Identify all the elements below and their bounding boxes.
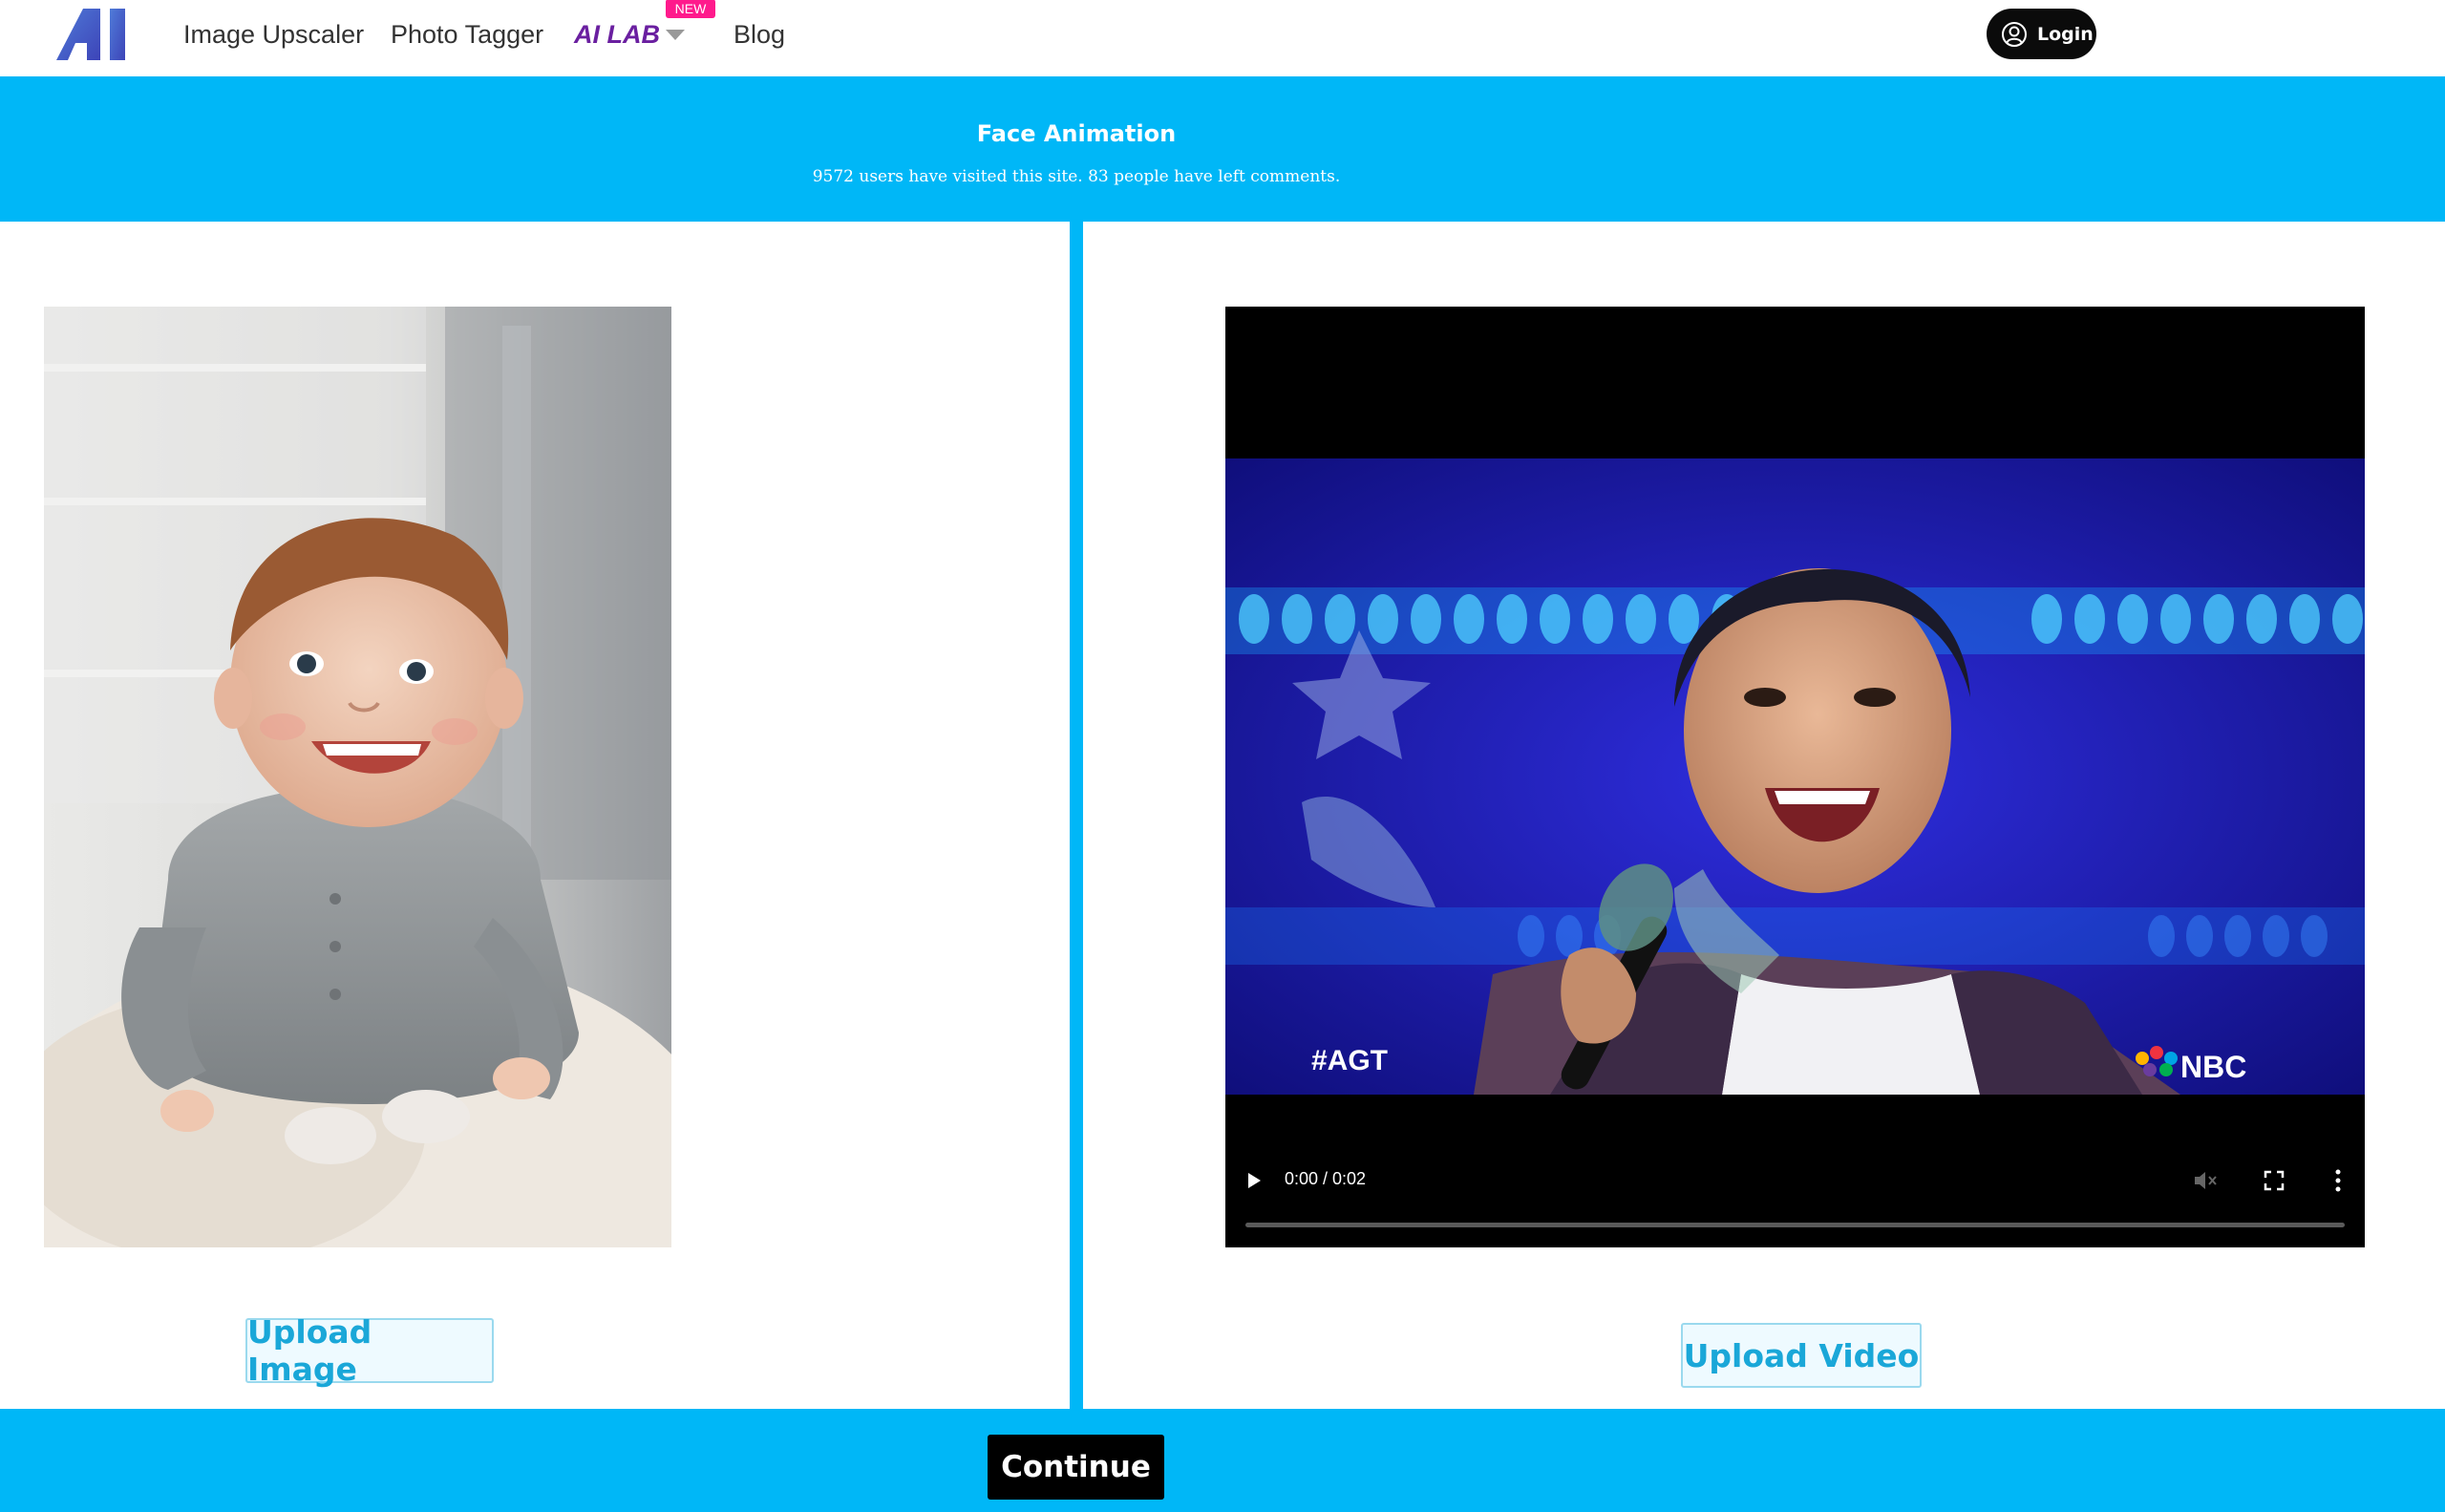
chevron-down-icon[interactable] xyxy=(666,30,685,40)
upload-image-button[interactable]: Upload Image xyxy=(245,1313,494,1388)
continue-button[interactable]: Continue xyxy=(988,1435,1164,1500)
more-options-icon[interactable] xyxy=(2335,1169,2341,1192)
user-icon xyxy=(2002,21,2027,47)
page-subtitle: 9572 users have visited this site. 83 pe… xyxy=(812,167,1341,186)
nav-ai-lab[interactable]: AI LAB xyxy=(574,17,660,52)
video-player[interactable]: #AGT NBC 0:00 / 0:02 xyxy=(1225,307,2365,1247)
nbc-overlay-text: NBC xyxy=(2180,1050,2246,1084)
uploaded-baby-photo xyxy=(44,307,671,1247)
fullscreen-icon[interactable] xyxy=(2264,1170,2285,1191)
nav-photo-tagger[interactable]: Photo Tagger xyxy=(391,17,543,52)
nav-image-upscaler[interactable]: Image Upscaler xyxy=(183,17,364,52)
top-nav: Image Upscaler Photo Tagger AI LAB NEW B… xyxy=(0,0,2445,76)
upload-video-button[interactable]: Upload Video xyxy=(1681,1323,1922,1388)
page-title: Face Animation xyxy=(976,120,1177,147)
video-frame: #AGT NBC xyxy=(1225,458,2365,1095)
login-button[interactable]: Login xyxy=(1987,9,2096,59)
play-icon[interactable] xyxy=(1248,1173,1261,1188)
new-badge: NEW xyxy=(666,0,715,18)
video-progress-bar[interactable] xyxy=(1245,1223,2345,1227)
nav-blog[interactable]: Blog xyxy=(734,17,785,52)
video-time: 0:00 / 0:02 xyxy=(1285,1169,1367,1188)
site-logo[interactable] xyxy=(56,9,138,60)
volume-icon[interactable] xyxy=(2192,1168,2219,1193)
agt-overlay-text: #AGT xyxy=(1311,1045,1388,1076)
video-controls: 0:00 / 0:02 xyxy=(1225,1142,2365,1247)
login-label: Login xyxy=(2037,23,2094,45)
